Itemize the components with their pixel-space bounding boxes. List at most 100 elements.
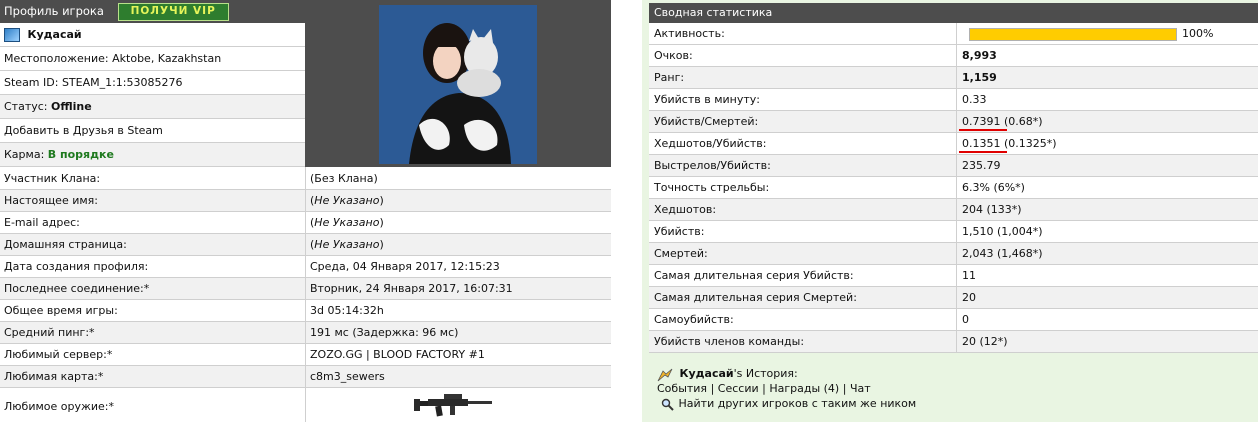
history-icon [657,368,673,382]
stats-row: Ранг: 1,159 [649,67,1258,89]
stats-row: Убийств в минуту: 0.33 [649,89,1258,111]
summary-stats-panel: Сводная статистика Активность: 100% Очко… [642,0,1258,422]
stats-row: Хедшотов: 204 (133*) [649,199,1258,221]
history-suffix: 's История: [733,367,798,380]
profile-header-title: Профиль игрока [4,4,104,18]
info-value: (Не Указано) [310,194,384,207]
history-player-name: Кудасай [679,367,734,380]
player-history: Кудасай's История: События | Сессии | На… [657,366,1057,411]
stats-row: Очков: 8,993 [649,45,1258,67]
stats-row: Точность стрельбы: 6.3% (6%*) [649,177,1258,199]
stats-row: Убийств/Смертей: 0.7391 (0.68*) [649,111,1258,133]
stats-key: Самоубийств: [654,313,734,326]
history-link-events[interactable]: События [657,382,707,395]
stats-row: Хедшотов/Убийств: 0.1351 (0.1325*) [649,133,1258,155]
stats-value: 0 [962,313,969,326]
info-value: Среда, 04 Января 2017, 12:15:23 [310,260,500,273]
avatar-cell [305,0,611,167]
stats-key: Точность стрельбы: [654,181,770,194]
stats-key: Ранг: [654,71,685,84]
stats-row: Выстрелов/Убийств: 235.79 [649,155,1258,177]
steam-player-icon [4,28,20,42]
separator: | [710,382,715,395]
activity-percent: 100% [1182,27,1214,40]
info-value: (Без Клана) [310,172,378,185]
profile-header: Профиль игрока ПОЛУЧИ VIP [0,0,305,23]
add-friend-link[interactable]: Добавить в Друзья в Steam [4,124,163,137]
info-key: Любимый сервер:* [4,348,113,361]
stats-value: 2,043 (1,468*) [962,247,1043,260]
avatar [379,5,537,164]
stats-key: Убийств в минуту: [654,93,760,106]
stats-row: Смертей: 2,043 (1,468*) [649,243,1258,265]
stats-key: Самая длительная серия Убийств: [654,269,854,282]
karma-label: Карма: [4,148,45,161]
info-value: Вторник, 24 Января 2017, 16:07:31 [310,282,513,295]
player-profile-panel: Профиль игрока ПОЛУЧИ VIP Кудасай Местоп [0,0,611,422]
info-value: c8m3_sewers [310,370,385,383]
info-value: 3d 05:14:32h [310,304,384,317]
location-row: Местоположение: Aktobe, Kazakhstan [0,47,305,71]
history-links: События | Сессии | Награды (4) | Чат [657,381,1057,396]
stats-row: Убийств: 1,510 (1,004*) [649,221,1258,243]
stats-value: 1,159 [962,71,997,84]
info-value-text: Не Указано [314,238,380,251]
steam-id-value: STEAM_1:1:53085276 [61,76,183,89]
player-name: Кудасай [27,28,82,41]
info-value-text: Не Указано [314,216,380,229]
status-label: Статус: [4,100,48,113]
stats-value: 204 (133*) [962,203,1022,216]
location-value: Aktobe, Kazakhstan [112,52,222,65]
separator: | [842,382,847,395]
info-key: Общее время игры: [4,304,118,317]
stats-key: Самая длительная серия Смертей: [654,291,857,304]
stats-row: Самая длительная серия Убийств: 11 [649,265,1258,287]
add-friend-row: Добавить в Друзья в Steam [0,119,305,143]
stats-key: Активность: [654,27,725,40]
info-key: Любимая карта:* [4,370,104,383]
stats-header: Сводная статистика [649,3,1258,23]
history-link-awards[interactable]: Награды (4) [769,382,839,395]
stats-value: 8,993 [962,49,997,62]
info-key: Дата создания профиля: [4,260,149,273]
stats-key: Очков: [654,49,693,62]
info-key: Любимое оружие:* [4,400,115,413]
stats-row: Самая длительная серия Смертей: 20 [649,287,1258,309]
stats-key: Хедшотов: [654,203,717,216]
info-key: Последнее соединение:* [4,282,150,295]
stats-value: 235.79 [962,159,1001,172]
karma-row: Карма: В порядке [0,143,305,167]
steam-id-label: Steam ID: [4,76,59,89]
stats-value: 11 [962,269,976,282]
history-title-line: Кудасай's История: [657,366,1057,382]
stats-row-activity: Активность: 100% [649,23,1258,45]
stats-value: 20 (12*) [962,335,1008,348]
steam-id-row: Steam ID: STEAM_1:1:53085276 [0,71,305,95]
player-name-row: Кудасай [0,23,305,47]
stats-key: Выстрелов/Убийств: [654,159,771,172]
activity-bar [969,28,1177,41]
history-link-sessions[interactable]: Сессии [718,382,759,395]
separator: | [762,382,766,395]
search-same-name-line: Найти других игроков с таким же ником [657,396,1057,411]
stats-row: Самоубийств: 0 [649,309,1258,331]
info-key: Домашняя страница: [4,238,127,251]
stats-key: Убийств/Смертей: [654,115,759,128]
stats-key: Убийств: [654,225,705,238]
magnifier-icon [661,398,675,411]
stats-key: Убийств членов команды: [654,335,805,348]
stats-value: 20 [962,291,976,304]
info-key: Средний пинг:* [4,326,95,339]
location-label: Местоположение: [4,52,109,65]
search-same-name-link[interactable]: Найти других игроков с таким же ником [679,397,917,410]
history-link-chat[interactable]: Чат [850,382,871,395]
info-key: Настоящее имя: [4,194,98,207]
value-underline [959,129,1007,131]
stats-key: Хедшотов/Убийств: [654,137,767,150]
get-vip-button[interactable]: ПОЛУЧИ VIP [117,2,229,21]
value-underline [959,151,1007,153]
stats-value: 0.33 [962,93,987,106]
status-row: Статус: Offline [0,95,305,119]
avatar-image [379,5,537,164]
stats-value: 1,510 (1,004*) [962,225,1043,238]
